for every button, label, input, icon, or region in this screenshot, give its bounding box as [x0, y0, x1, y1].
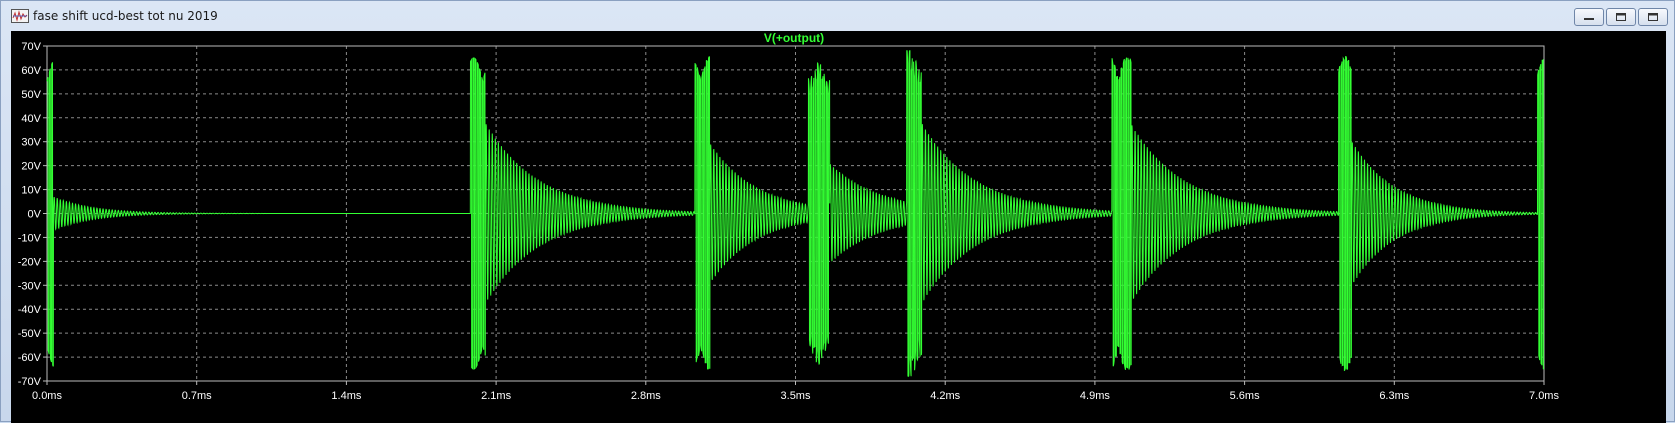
x-tick-label: 0.7ms	[182, 390, 212, 402]
y-tick-label: -70V	[18, 376, 42, 388]
y-tick-label: 20V	[21, 161, 41, 173]
restore-icon	[1616, 13, 1626, 21]
x-tick-label: 3.5ms	[781, 390, 811, 402]
x-tick-label: 2.8ms	[631, 390, 661, 402]
y-tick-label: -40V	[18, 304, 42, 316]
x-tick-label: 6.3ms	[1379, 390, 1409, 402]
plot-area[interactable]: 70V 60V 50V 40V 30V 20V 10V 0V -10V -20V -30V -40V -…	[11, 31, 1666, 423]
y-tick-label: 30V	[21, 137, 41, 149]
y-tick-label: -10V	[18, 232, 42, 244]
y-tick-label: 50V	[21, 89, 41, 101]
minimize-button[interactable]	[1574, 8, 1604, 26]
x-tick-label: 4.2ms	[930, 390, 960, 402]
y-tick-label: -60V	[18, 352, 42, 364]
title-bar[interactable]: fase shift ucd-best tot nu 2019	[1, 1, 1674, 31]
y-tick-label: 60V	[21, 65, 41, 77]
x-tick-label: 5.6ms	[1230, 390, 1260, 402]
ltspice-waveform-icon	[11, 9, 29, 23]
restore-button[interactable]	[1606, 8, 1636, 26]
x-tick-label: 2.1ms	[481, 390, 511, 402]
trace-layer	[46, 50, 1545, 377]
y-tick-label: -50V	[18, 328, 42, 340]
y-tick-label: 70V	[21, 41, 41, 53]
y-tick-label: -30V	[18, 280, 42, 292]
y-tick-label: 0V	[28, 209, 42, 221]
y-axis-ticks: 70V 60V 50V 40V 30V 20V 10V 0V -10V -20V -30V -40V -…	[18, 41, 47, 388]
x-axis-ticks: 0.0ms 0.7ms 1.4ms 2.1ms 2.8ms 3.5ms 4.2ms 4.9ms…	[32, 381, 1559, 402]
chart-title: V(+output)	[764, 31, 824, 45]
x-tick-label: 4.9ms	[1080, 390, 1110, 402]
x-tick-label: 1.4ms	[331, 390, 361, 402]
window-title: fase shift ucd-best tot nu 2019	[33, 9, 218, 23]
trace-v-output	[46, 50, 1545, 377]
minimize-icon	[1584, 18, 1594, 20]
y-tick-label: 10V	[21, 185, 41, 197]
y-tick-label: 40V	[21, 113, 41, 125]
x-tick-label: 7.0ms	[1529, 390, 1559, 402]
x-tick-label: 0.0ms	[32, 390, 62, 402]
waveform-window: fase shift ucd-best tot nu 2019 70V 60V 50…	[0, 0, 1675, 423]
close-icon	[1648, 13, 1658, 21]
close-button[interactable]	[1638, 8, 1668, 26]
y-tick-label: -20V	[18, 256, 42, 268]
waveform-chart[interactable]: 70V 60V 50V 40V 30V 20V 10V 0V -10V -20V -30V -40V -…	[11, 31, 1666, 423]
